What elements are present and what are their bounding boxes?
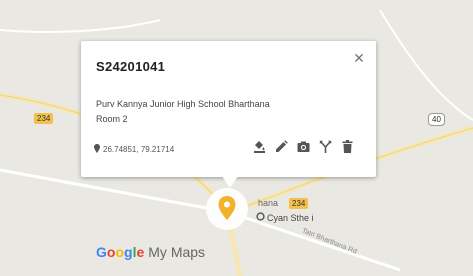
road-shield-bottom: 234	[289, 198, 309, 209]
coordinates-text: 26.74851, 79.21714	[103, 145, 175, 154]
delete-icon[interactable]	[341, 140, 354, 153]
description-line-2: Room 2	[96, 114, 128, 124]
camera-icon[interactable]	[297, 140, 310, 153]
my-maps-wordmark: My Maps	[148, 244, 206, 260]
popup-description: Purv Kannya Junior High School Bharthana…	[96, 97, 270, 127]
google-my-maps-logo: Google My Maps	[96, 244, 205, 260]
google-wordmark: Google	[96, 244, 145, 260]
close-icon[interactable]: ✕	[351, 50, 367, 66]
popup-actions	[253, 140, 354, 153]
map-canvas[interactable]: hana 234 234 40 Tatri Bharthana Rd Cyan …	[0, 0, 473, 276]
edit-icon[interactable]	[275, 140, 288, 153]
selected-marker[interactable]	[206, 188, 248, 230]
local-road	[0, 19, 161, 33]
poi-name: Cyan Sthe i	[267, 212, 314, 223]
local-road	[379, 9, 473, 121]
poi-circle-icon	[256, 212, 265, 223]
road-shield-left: 234	[34, 113, 54, 124]
town-label: hana	[258, 198, 279, 208]
location-pin-icon	[94, 144, 100, 155]
info-popup: S24201041 ✕ Purv Kannya Junior High Scho…	[81, 41, 376, 177]
description-line-1: Purv Kannya Junior High School Bharthana	[96, 99, 270, 109]
map-pin-icon	[218, 196, 236, 220]
road-shield-right: 40	[428, 113, 445, 126]
popup-coordinates: 26.74851, 79.21714	[94, 144, 174, 155]
local-road	[227, 210, 401, 272]
popup-tail	[222, 176, 238, 188]
directions-icon[interactable]	[319, 140, 332, 153]
style-icon[interactable]	[253, 140, 266, 153]
poi-label[interactable]: Cyan Sthe i	[256, 212, 314, 223]
popup-title: S24201041	[96, 59, 166, 74]
